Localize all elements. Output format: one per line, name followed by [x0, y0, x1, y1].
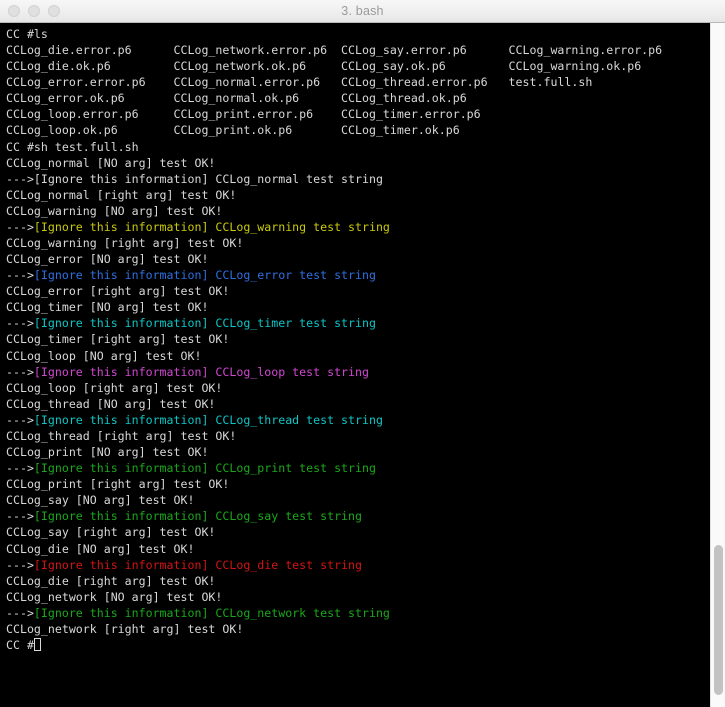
log-message: CCLog_warning [NO arg] test OK! — [6, 203, 223, 218]
terminal-line-ls-row: CCLog_loop.error.p6 CCLog_print.error.p6… — [6, 106, 706, 122]
ls-filename-row: CCLog_die.error.p6 CCLog_network.error.p… — [6, 43, 663, 58]
ls-filename-row: CCLog_loop.error.p6 CCLog_print.error.p6… — [6, 107, 481, 122]
log-message: CCLog_thread [NO arg] test OK! — [6, 396, 216, 411]
terminal-line-output: --->[Ignore this information] CCLog_norm… — [6, 171, 706, 187]
log-message: [Ignore this information] CCLog_timer te… — [33, 316, 376, 331]
log-message: CCLog_print [right arg] test OK! — [6, 477, 230, 492]
prompt-command-ls: CC #ls — [6, 27, 48, 41]
ls-filename-row: CCLog_die.ok.p6 CCLog_network.ok.p6 CCLo… — [6, 59, 642, 74]
terminal-line-output: CCLog_print [NO arg] test OK! — [6, 444, 706, 460]
terminal-line-output: CCLog_die [right arg] test OK! — [6, 573, 706, 589]
log-arrow-prefix: ---> — [6, 557, 34, 572]
shell-prompt: CC # — [6, 637, 34, 652]
terminal-line-output: --->[Ignore this information] CCLog_prin… — [6, 460, 706, 476]
terminal-line-ls-row: CCLog_error.error.p6 CCLog_normal.error.… — [6, 74, 706, 90]
terminal-line-output: CCLog_die [NO arg] test OK! — [6, 541, 706, 557]
log-message: CCLog_die [NO arg] test OK! — [6, 541, 195, 556]
log-message: CCLog_error [NO arg] test OK! — [6, 252, 209, 267]
terminal-scrollbar[interactable] — [710, 23, 725, 707]
terminal-line-output: CCLog_print [right arg] test OK! — [6, 476, 706, 492]
terminal-line-output: CCLog_timer [right arg] test OK! — [6, 331, 706, 347]
log-message: CCLog_print [NO arg] test OK! — [6, 445, 209, 460]
ls-filename-row: CCLog_error.ok.p6 CCLog_normal.ok.p6 CCL… — [6, 91, 467, 106]
terminal-line-output: CCLog_say [NO arg] test OK! — [6, 492, 706, 508]
log-message: CCLog_loop [NO arg] test OK! — [6, 348, 202, 363]
terminal-line-output: CCLog_normal [right arg] test OK! — [6, 187, 706, 203]
log-message: [Ignore this information] CCLog_error te… — [33, 268, 376, 283]
log-message: [Ignore this information] CCLog_warning … — [33, 219, 390, 234]
ls-filename-row: CCLog_loop.ok.p6 CCLog_print.ok.p6 CCLog… — [6, 123, 460, 138]
log-message: CCLog_error [right arg] test OK! — [6, 284, 230, 299]
log-message: CCLog_normal [NO arg] test OK! — [6, 155, 216, 170]
log-arrow-prefix: ---> — [6, 268, 34, 283]
terminal-line-prompt-ls: CC #ls — [6, 26, 706, 42]
terminal-line-prompt-run: CC #sh test.full.sh — [6, 139, 706, 155]
window-titlebar[interactable]: 3. bash — [0, 0, 725, 23]
log-arrow-prefix: ---> — [6, 412, 34, 427]
log-message: CCLog_say [NO arg] test OK! — [6, 493, 195, 508]
prompt-command-run: CC #sh test.full.sh — [6, 139, 139, 154]
terminal-line-output: --->[Ignore this information] CCLog_die … — [6, 557, 706, 573]
log-message: [Ignore this information] CCLog_normal t… — [33, 171, 383, 186]
terminal-line-output: CCLog_say [right arg] test OK! — [6, 524, 706, 540]
log-message: [Ignore this information] CCLog_say test… — [33, 509, 362, 524]
terminal-line-ls-row: CCLog_die.ok.p6 CCLog_network.ok.p6 CCLo… — [6, 58, 706, 74]
log-message: [Ignore this information] CCLog_print te… — [33, 461, 376, 476]
terminal-line-output: CCLog_warning [right arg] test OK! — [6, 235, 706, 251]
log-arrow-prefix: ---> — [6, 605, 34, 620]
terminal-line-output: CCLog_timer [NO arg] test OK! — [6, 299, 706, 315]
log-message: CCLog_normal [right arg] test OK! — [6, 187, 237, 202]
log-message: CCLog_network [right arg] test OK! — [6, 621, 244, 636]
log-message: [Ignore this information] CCLog_die test… — [33, 557, 362, 572]
log-message: CCLog_loop [right arg] test OK! — [6, 380, 223, 395]
scrollbar-thumb[interactable] — [714, 545, 723, 695]
terminal-line-output: CCLog_network [right arg] test OK! — [6, 621, 706, 637]
log-arrow-prefix: ---> — [6, 509, 34, 524]
terminal-line-output: --->[Ignore this information] CCLog_say … — [6, 508, 706, 524]
log-message: [Ignore this information] CCLog_network … — [33, 605, 390, 620]
terminal-line-output: CCLog_warning [NO arg] test OK! — [6, 203, 706, 219]
log-message: [Ignore this information] CCLog_thread t… — [33, 412, 383, 427]
terminal-window: 3. bash CC #ls CCLog_die.error.p6 CCLog_n… — [0, 0, 725, 707]
terminal-line-output: CCLog_error [NO arg] test OK! — [6, 251, 706, 267]
log-message: CCLog_warning [right arg] test OK! — [6, 236, 244, 251]
terminal-line-prompt-active: CC # — [6, 637, 706, 653]
terminal-line-output: CCLog_network [NO arg] test OK! — [6, 589, 706, 605]
terminal-line-output: CCLog_thread [right arg] test OK! — [6, 428, 706, 444]
terminal-line-output: --->[Ignore this information] CCLog_loop… — [6, 364, 706, 380]
log-arrow-prefix: ---> — [6, 316, 34, 331]
log-message: CCLog_timer [right arg] test OK! — [6, 332, 230, 347]
terminal-line-output: --->[Ignore this information] CCLog_erro… — [6, 267, 706, 283]
terminal-line-output: CCLog_normal [NO arg] test OK! — [6, 155, 706, 171]
terminal-line-output: --->[Ignore this information] CCLog_netw… — [6, 605, 706, 621]
log-message: CCLog_say [right arg] test OK! — [6, 525, 216, 540]
terminal-line-output: CCLog_loop [right arg] test OK! — [6, 380, 706, 396]
terminal-line-output: CCLog_loop [NO arg] test OK! — [6, 348, 706, 364]
terminal-body[interactable]: CC #ls CCLog_die.error.p6 CCLog_network.e… — [0, 23, 725, 707]
terminal-line-output: --->[Ignore this information] CCLog_thre… — [6, 412, 706, 428]
log-arrow-prefix: ---> — [6, 219, 34, 234]
ls-filename-row: CCLog_error.error.p6 CCLog_normal.error.… — [6, 75, 593, 90]
log-arrow-prefix: ---> — [6, 171, 34, 186]
terminal-line-ls-row: CCLog_die.error.p6 CCLog_network.error.p… — [6, 42, 706, 58]
text-cursor — [33, 637, 41, 651]
terminal-line-output: CCLog_thread [NO arg] test OK! — [6, 396, 706, 412]
log-message: CCLog_network [NO arg] test OK! — [6, 589, 223, 604]
log-arrow-prefix: ---> — [6, 461, 34, 476]
terminal-line-output: --->[Ignore this information] CCLog_warn… — [6, 219, 706, 235]
log-arrow-prefix: ---> — [6, 364, 34, 379]
log-message: CCLog_timer [NO arg] test OK! — [6, 300, 209, 315]
terminal-line-output: --->[Ignore this information] CCLog_time… — [6, 315, 706, 331]
log-message: [Ignore this information] CCLog_loop tes… — [33, 364, 369, 379]
log-message: CCLog_die [right arg] test OK! — [6, 573, 216, 588]
log-message: CCLog_thread [right arg] test OK! — [6, 428, 237, 443]
terminal-line-output: CCLog_error [right arg] test OK! — [6, 283, 706, 299]
terminal-screen[interactable]: CC #ls CCLog_die.error.p6 CCLog_network.e… — [6, 26, 706, 653]
terminal-line-ls-row: CCLog_error.ok.p6 CCLog_normal.ok.p6 CCL… — [6, 90, 706, 106]
window-title: 3. bash — [341, 4, 384, 18]
terminal-line-ls-row: CCLog_loop.ok.p6 CCLog_print.ok.p6 CCLog… — [6, 122, 706, 138]
